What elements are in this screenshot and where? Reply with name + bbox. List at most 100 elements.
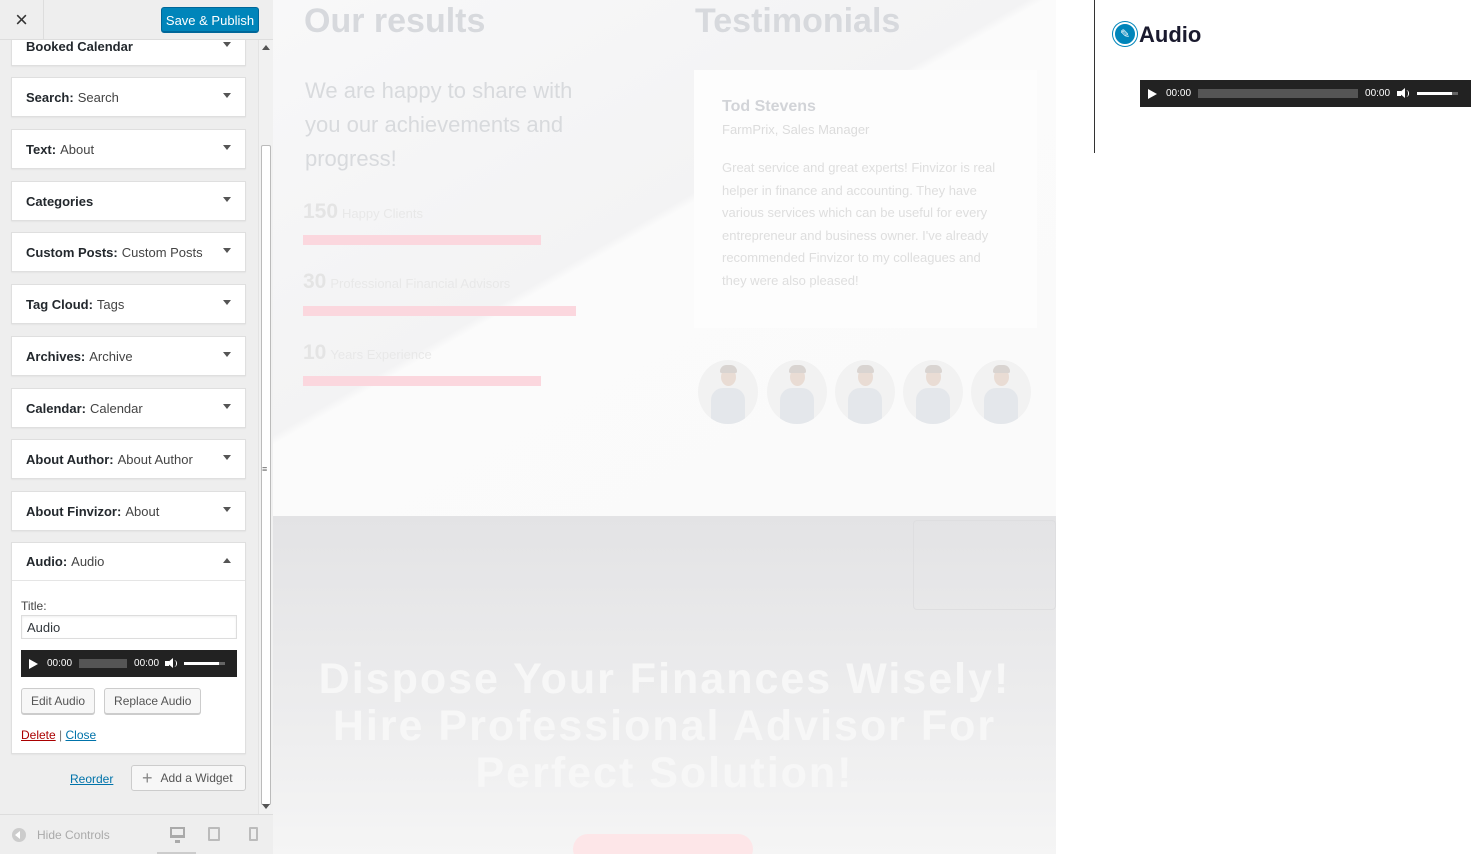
chevron-down-icon[interactable]	[223, 455, 231, 460]
stat-progress-bar	[303, 235, 541, 245]
volume-slider[interactable]	[184, 662, 226, 665]
play-icon[interactable]	[29, 658, 38, 669]
widget-name: About Author:	[26, 451, 114, 467]
widget-preview-panel: ✎ Audio 00:00 00:00	[1056, 0, 1471, 854]
reorder-link[interactable]: Reorder	[70, 772, 113, 786]
chevron-down-icon[interactable]	[223, 42, 231, 47]
widget-name: Categories	[26, 193, 94, 209]
avatar	[971, 360, 1031, 424]
avatar	[698, 360, 758, 424]
desktop-icon[interactable]	[170, 827, 185, 843]
stat-progress-bar	[303, 306, 576, 316]
chevron-down-icon[interactable]	[223, 145, 231, 150]
divider	[1094, 0, 1095, 153]
chevron-down-icon[interactable]	[223, 507, 231, 512]
volume-slider[interactable]	[1417, 92, 1459, 95]
audio-player[interactable]: 00:00 00:00	[1140, 80, 1471, 107]
stat-label: Years Experience	[330, 347, 432, 362]
widget-header[interactable]: About Author: About Author	[12, 440, 245, 478]
tablet-icon[interactable]	[208, 827, 220, 841]
progress-rail[interactable]	[1198, 89, 1359, 98]
widget-name: About Finvizor:	[26, 503, 122, 519]
progress-rail[interactable]	[79, 659, 128, 668]
widget-header[interactable]: Tag Cloud: Tags	[12, 285, 245, 323]
stat-item: 30 Professional Financial Advisors	[303, 270, 510, 294]
scroll-down-icon[interactable]	[262, 804, 270, 809]
replace-audio-button[interactable]: Replace Audio	[104, 688, 202, 714]
chevron-up-icon[interactable]	[223, 558, 231, 563]
widget-booked-calendar[interactable]: Booked Calendar	[11, 40, 246, 66]
hide-controls-label: Hide Controls	[37, 828, 110, 842]
stat-number: 10	[303, 341, 327, 364]
widget-text[interactable]: Text: About	[11, 129, 246, 169]
customizer-sidebar: × Save & Publish Booked Calendar Search:…	[0, 0, 273, 854]
widget-header[interactable]: Archives: Archive	[12, 337, 245, 375]
chevron-down-icon[interactable]	[223, 404, 231, 409]
volume-icon[interactable]	[165, 658, 178, 669]
customizer-header: × Save & Publish	[0, 0, 273, 40]
close-customizer-button[interactable]: ×	[0, 0, 44, 40]
widget-about-finvizor[interactable]: About Finvizor: About	[11, 491, 246, 531]
site-preview: Our results Testimonials We are happy to…	[273, 0, 1056, 854]
widget-preview-title: Audio	[1139, 22, 1202, 47]
stat-item: 150 Happy Clients	[303, 200, 423, 224]
widget-title: About	[60, 141, 95, 157]
current-time: 00:00	[1166, 88, 1192, 99]
close-icon: ×	[15, 7, 28, 32]
chevron-down-icon[interactable]	[223, 93, 231, 98]
testimonial-text: Great service and great experts! Finvizo…	[722, 160, 996, 288]
stat-number: 150	[303, 200, 339, 223]
widget-header[interactable]: Booked Calendar	[12, 40, 245, 65]
edit-shortcut-icon[interactable]: ✎	[1113, 22, 1137, 46]
widget-search[interactable]: Search: Search	[11, 77, 246, 117]
chevron-down-icon[interactable]	[223, 352, 231, 357]
widget-about-author[interactable]: About Author: About Author	[11, 439, 246, 479]
results-subtitle: We are happy to share with you our achie…	[305, 78, 573, 171]
stat-progress-bar	[303, 376, 541, 386]
widget-header[interactable]: Text: About	[12, 130, 245, 168]
hero-title: Dispose Your Finances Wisely! Hire Profe…	[318, 655, 1011, 797]
close-link[interactable]: Close	[66, 728, 97, 742]
widget-header[interactable]: Search: Search	[12, 78, 245, 116]
widget-list[interactable]: Booked Calendar Search: Search Text: Abo…	[0, 40, 258, 814]
widget-title: Archive	[89, 348, 133, 364]
audio-player[interactable]: 00:00 00:00	[21, 650, 237, 677]
widget-custom-posts[interactable]: Custom Posts: Custom Posts	[11, 232, 246, 272]
hero-cta-button	[573, 834, 753, 854]
chevron-down-icon[interactable]	[223, 197, 231, 202]
widget-tag-cloud[interactable]: Tag Cloud: Tags	[11, 284, 246, 324]
widget-header[interactable]: About Finvizor: About	[12, 492, 245, 530]
current-time: 00:00	[47, 658, 73, 669]
widget-header[interactable]: Calendar: Calendar	[12, 389, 245, 427]
play-icon[interactable]	[1148, 88, 1157, 99]
save-publish-button[interactable]: Save & Publish	[161, 7, 259, 33]
title-input[interactable]	[21, 615, 237, 639]
avatar	[835, 360, 895, 424]
scrollbar-thumb[interactable]	[261, 145, 271, 805]
stat-label: Professional Financial Advisors	[330, 276, 511, 291]
add-widget-button[interactable]: + Add a Widget	[131, 765, 246, 791]
testimonials-title: Testimonials	[695, 2, 901, 40]
edit-audio-button[interactable]: Edit Audio	[21, 688, 96, 714]
volume-icon[interactable]	[1397, 88, 1410, 99]
sidebar-scrollbar[interactable]	[258, 40, 273, 814]
widget-calendar[interactable]: Calendar: Calendar	[11, 388, 246, 428]
chevron-down-icon[interactable]	[223, 248, 231, 253]
testimonial-name: Tod Stevens	[722, 98, 816, 115]
delete-link[interactable]: Delete	[21, 728, 56, 742]
widget-audio[interactable]: Audio: Audio Title: 00:00 00:00 Edit Aud…	[11, 542, 246, 754]
mobile-icon[interactable]	[249, 827, 258, 841]
avatar	[767, 360, 827, 424]
widget-header[interactable]: Custom Posts: Custom Posts	[12, 233, 245, 271]
widget-archives[interactable]: Archives: Archive	[11, 336, 246, 376]
stat-label: Happy Clients	[342, 206, 423, 221]
widget-name: Calendar:	[26, 400, 86, 416]
widget-header[interactable]: Audio: Audio	[12, 543, 245, 581]
chevron-down-icon[interactable]	[223, 300, 231, 305]
widget-categories[interactable]: Categories	[11, 181, 246, 221]
widget-title: Search	[77, 89, 119, 105]
widget-header[interactable]: Categories	[12, 182, 245, 220]
collapse-icon	[12, 828, 26, 842]
hide-controls-button[interactable]: Hide Controls	[12, 828, 110, 842]
scroll-up-icon[interactable]	[262, 45, 270, 50]
